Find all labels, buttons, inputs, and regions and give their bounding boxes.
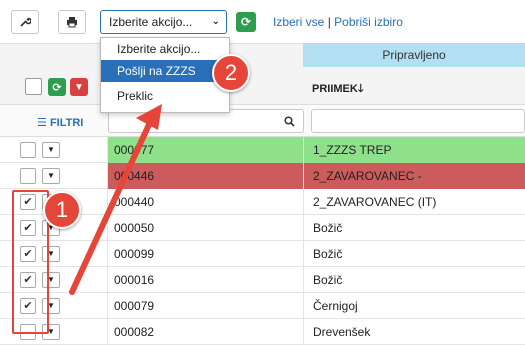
step-badge-1: 1 bbox=[43, 191, 81, 229]
step-badge-2: 2 bbox=[212, 54, 250, 92]
annotation-arrow bbox=[69, 104, 162, 295]
screenshot-root: Izberite akcijo... ⌄ ⟳ Izberi vse | Pobr… bbox=[0, 0, 525, 345]
